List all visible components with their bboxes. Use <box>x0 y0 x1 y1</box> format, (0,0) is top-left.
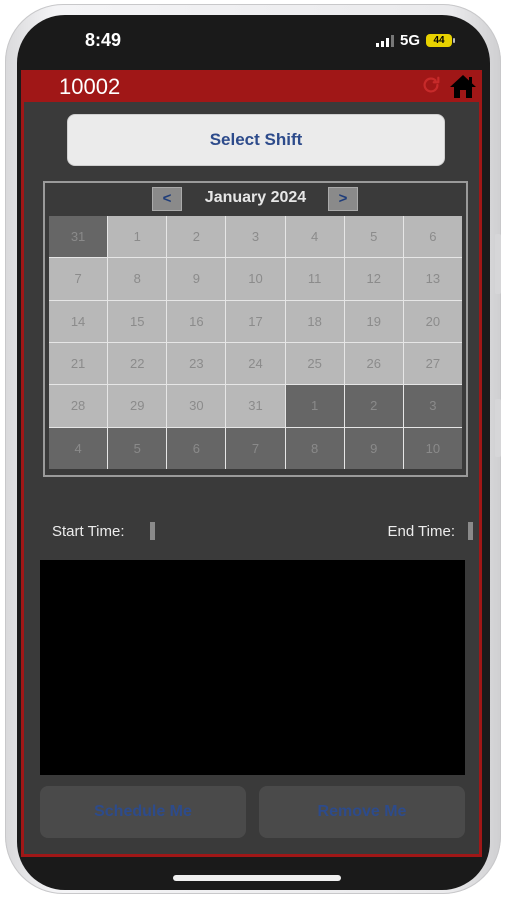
calendar-day[interactable]: 17 <box>226 300 285 342</box>
calendar-day[interactable]: 5 <box>344 216 403 258</box>
home-icon[interactable] <box>448 72 478 100</box>
calendar-day[interactable]: 16 <box>167 300 226 342</box>
calendar-day[interactable]: 28 <box>49 385 108 427</box>
calendar-day[interactable]: 26 <box>344 342 403 385</box>
calendar-header: < January 2024 > <box>45 183 466 215</box>
app-header: 10002 <box>21 70 482 102</box>
phone-screen: 8:49 5G 44 10002 Select Shift < January … <box>17 15 490 890</box>
remove-me-button[interactable]: Remove Me <box>259 786 465 838</box>
end-time-label: End Time: <box>387 523 455 540</box>
calendar-day[interactable]: 2 <box>167 216 226 258</box>
start-time-value[interactable] <box>150 522 155 540</box>
calendar-day[interactable]: 12 <box>344 258 403 300</box>
battery-icon: 44 <box>426 34 455 47</box>
calendar-day[interactable]: 9 <box>344 427 403 469</box>
calendar-day[interactable]: 10 <box>403 427 462 469</box>
calendar-day[interactable]: 1 <box>285 385 344 427</box>
calendar-day[interactable]: 10 <box>226 258 285 300</box>
calendar-grid: 31 1 2 3 4 5 6 7 8 9 10 11 12 13 14 15 16 17 18 19 20 21 22 23 2… <box>49 216 462 469</box>
shift-list <box>40 560 465 775</box>
signal-icon <box>375 34 394 47</box>
calendar-day[interactable]: 1 <box>108 216 167 258</box>
calendar-day[interactable]: 18 <box>285 300 344 342</box>
calendar-day[interactable]: 6 <box>403 216 462 258</box>
calendar-day[interactable]: 14 <box>49 300 108 342</box>
calendar-day[interactable]: 13 <box>403 258 462 300</box>
calendar-day[interactable]: 20 <box>403 300 462 342</box>
calendar-day[interactable]: 6 <box>167 427 226 469</box>
status-bar: 8:49 5G 44 <box>17 15 490 70</box>
app-body: Select Shift < January 2024 > 31 1 2 3 4 5 6 7 8… <box>21 102 482 857</box>
calendar-day[interactable]: 30 <box>167 385 226 427</box>
calendar-day[interactable]: 3 <box>403 385 462 427</box>
calendar-day[interactable]: 7 <box>226 427 285 469</box>
schedule-me-button[interactable]: Schedule Me <box>40 786 246 838</box>
calendar-day[interactable]: 21 <box>49 342 108 385</box>
calendar-day[interactable]: 2 <box>344 385 403 427</box>
calendar-day[interactable]: 27 <box>403 342 462 385</box>
calendar-day[interactable]: 19 <box>344 300 403 342</box>
calendar-day[interactable]: 31 <box>226 385 285 427</box>
end-time-value[interactable] <box>468 522 473 540</box>
calendar-day[interactable]: 25 <box>285 342 344 385</box>
power-button <box>495 399 501 457</box>
calendar-day[interactable]: 4 <box>285 216 344 258</box>
calendar-day[interactable]: 3 <box>226 216 285 258</box>
calendar-day[interactable]: 31 <box>49 216 108 258</box>
page-title: 10002 <box>59 74 121 99</box>
calendar-day[interactable]: 22 <box>108 342 167 385</box>
calendar-month-label: January 2024 <box>204 189 307 206</box>
select-shift-button[interactable]: Select Shift <box>67 114 445 166</box>
calendar-day[interactable]: 11 <box>285 258 344 300</box>
time-row: Start Time: End Time: <box>24 520 479 544</box>
status-indicators: 5G 44 <box>375 32 455 49</box>
calendar-day[interactable]: 23 <box>167 342 226 385</box>
calendar-day[interactable]: 29 <box>108 385 167 427</box>
calendar-day[interactable]: 8 <box>108 258 167 300</box>
network-label: 5G <box>399 32 420 49</box>
home-indicator <box>173 875 341 881</box>
calendar: < January 2024 > 31 1 2 3 4 5 6 7 8 9 10 11 12 13 14 15… <box>43 181 468 477</box>
refresh-icon[interactable] <box>420 74 442 96</box>
calendar-day[interactable]: 7 <box>49 258 108 300</box>
start-time-label: Start Time: <box>52 523 125 540</box>
calendar-day[interactable]: 9 <box>167 258 226 300</box>
volume-button <box>495 234 501 294</box>
calendar-day[interactable]: 8 <box>285 427 344 469</box>
calendar-day[interactable]: 24 <box>226 342 285 385</box>
calendar-day[interactable]: 15 <box>108 300 167 342</box>
calendar-day[interactable]: 5 <box>108 427 167 469</box>
next-month-button[interactable]: > <box>328 187 358 211</box>
calendar-day[interactable]: 4 <box>49 427 108 469</box>
status-time: 8:49 <box>85 30 122 50</box>
